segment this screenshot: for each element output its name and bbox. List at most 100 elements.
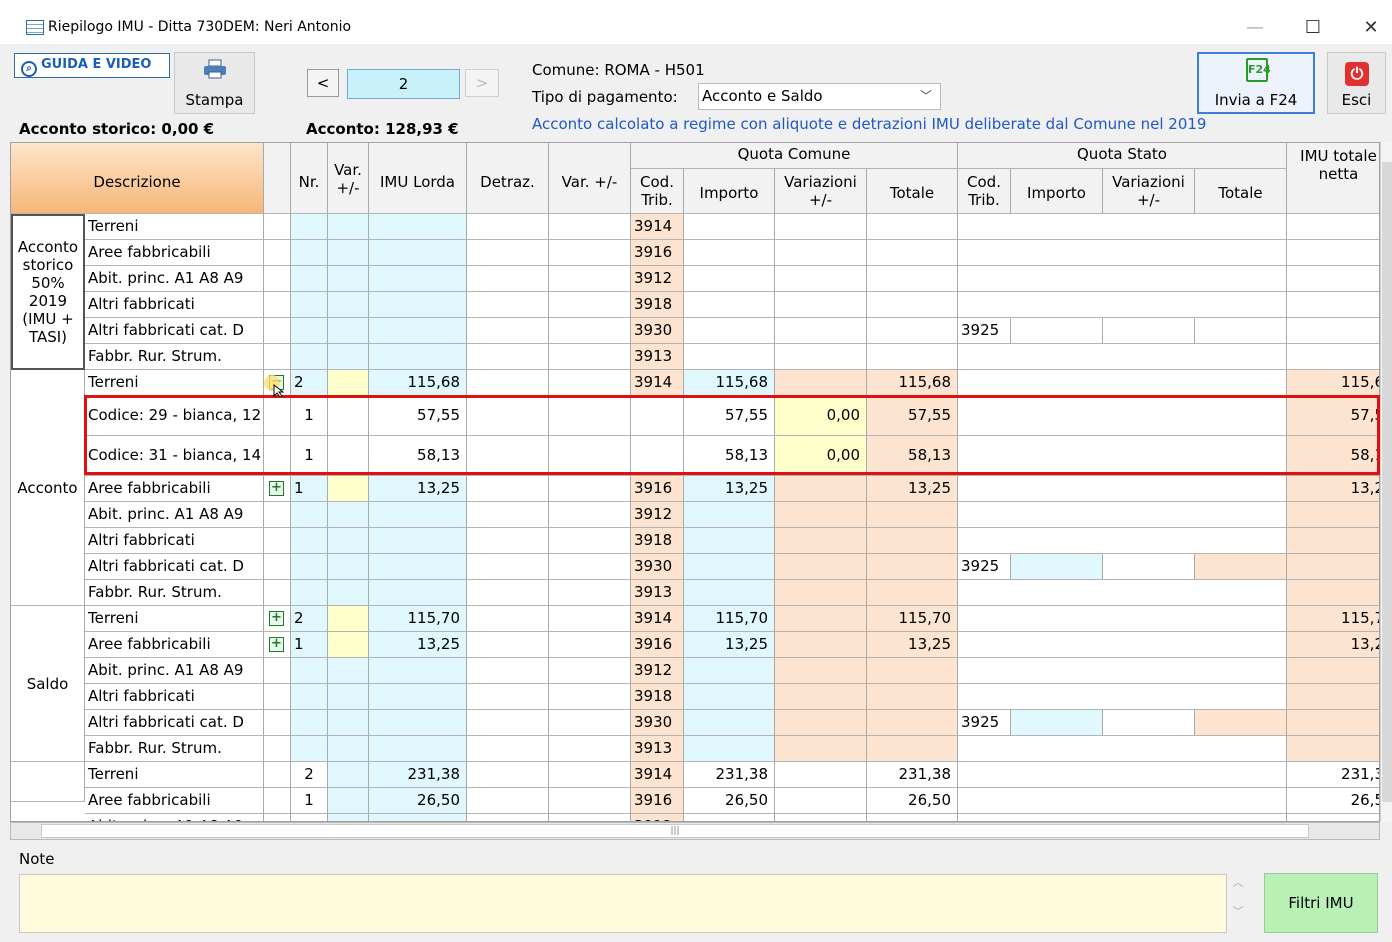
row-importo[interactable]: 58,13 [684, 436, 775, 476]
note-scrollbar[interactable]: ︿ ﹀ [1228, 874, 1248, 933]
row-var[interactable] [328, 736, 369, 762]
row-importo[interactable] [684, 554, 775, 580]
row-var[interactable] [328, 396, 369, 436]
row-variazioni[interactable]: 0,00 [775, 396, 867, 436]
row-variazioni[interactable] [775, 710, 867, 736]
minimize-button[interactable]: — [1232, 12, 1278, 44]
row-detraz[interactable] [467, 502, 549, 528]
row-var2[interactable] [549, 684, 631, 710]
row-imu-lorda[interactable]: 231,38 [369, 762, 467, 788]
horizontal-scrollbar[interactable]: ||| [10, 822, 1380, 840]
row-var[interactable] [328, 580, 369, 606]
imu-grid[interactable]: Descrizione Nr. Var. +/- IMU Lorda Detraz. Va… [10, 142, 1380, 822]
row-expander[interactable] [264, 436, 291, 476]
row-var2[interactable] [549, 736, 631, 762]
row-stato-importo[interactable] [1011, 554, 1103, 580]
row-var[interactable] [328, 214, 369, 240]
row-imu-lorda[interactable] [369, 318, 467, 344]
row-nr[interactable] [291, 502, 328, 528]
row-stato-importo[interactable] [1011, 318, 1103, 344]
filtri-imu-button[interactable]: Filtri IMU [1264, 873, 1378, 933]
row-importo[interactable] [684, 580, 775, 606]
note-textarea[interactable] [19, 874, 1227, 933]
close-button[interactable]: ✕ [1348, 12, 1392, 44]
row-variazioni[interactable] [775, 736, 867, 762]
row-detraz[interactable] [467, 684, 549, 710]
row-expander[interactable] [264, 762, 291, 788]
row-expander[interactable] [264, 214, 291, 240]
row-importo[interactable]: 231,38 [684, 762, 775, 788]
row-var2[interactable] [549, 632, 631, 658]
row-importo[interactable] [684, 240, 775, 266]
row-description[interactable]: Altri fabbricati [85, 684, 264, 710]
row-description[interactable]: Fabbr. Rur. Strum. [85, 736, 264, 762]
row-expander[interactable] [264, 580, 291, 606]
row-variazioni[interactable] [775, 502, 867, 528]
row-variazioni[interactable] [775, 762, 867, 788]
row-nr[interactable] [291, 710, 328, 736]
row-detraz[interactable] [467, 436, 549, 476]
row-imu-lorda[interactable] [369, 554, 467, 580]
row-var2[interactable] [549, 436, 631, 476]
row-imu-lorda[interactable]: 57,55 [369, 396, 467, 436]
row-nr[interactable]: 2 [291, 606, 328, 632]
row-variazioni[interactable]: 0,00 [775, 436, 867, 476]
prev-page-button[interactable]: < [307, 69, 339, 97]
row-variazioni[interactable] [775, 476, 867, 502]
row-detraz[interactable] [467, 814, 549, 821]
vertical-scrollbar[interactable] [1380, 142, 1392, 822]
row-var[interactable] [328, 710, 369, 736]
row-imu-lorda[interactable]: 13,25 [369, 476, 467, 502]
row-expander[interactable] [264, 554, 291, 580]
row-importo[interactable] [684, 658, 775, 684]
row-detraz[interactable] [467, 318, 549, 344]
row-description[interactable]: Aree fabbricabili [85, 632, 264, 658]
row-importo[interactable]: 13,25 [684, 632, 775, 658]
row-imu-lorda[interactable] [369, 710, 467, 736]
row-importo[interactable]: 13,25 [684, 476, 775, 502]
row-expander[interactable]: + [264, 606, 291, 632]
row-expander[interactable]: + [264, 476, 291, 502]
row-detraz[interactable] [467, 344, 549, 370]
row-var2[interactable] [549, 580, 631, 606]
row-importo[interactable] [684, 214, 775, 240]
row-variazioni[interactable] [775, 266, 867, 292]
row-var2[interactable] [549, 476, 631, 502]
row-detraz[interactable] [467, 266, 549, 292]
row-variazioni[interactable] [775, 684, 867, 710]
row-detraz[interactable] [467, 736, 549, 762]
maximize-button[interactable]: ☐ [1290, 12, 1336, 44]
row-nr[interactable]: 2 [291, 370, 328, 396]
row-description[interactable]: Abit. princ. A1 A8 A9 [85, 266, 264, 292]
row-variazioni[interactable] [775, 528, 867, 554]
row-variazioni[interactable] [775, 292, 867, 318]
row-importo[interactable] [684, 736, 775, 762]
row-detraz[interactable] [467, 396, 549, 436]
row-imu-lorda[interactable] [369, 344, 467, 370]
esci-button[interactable]: ⏻ Esci [1327, 52, 1386, 114]
row-var[interactable] [328, 762, 369, 788]
row-var[interactable] [328, 476, 369, 502]
row-description[interactable]: Altri fabbricati [85, 292, 264, 318]
row-description[interactable]: Terreni [85, 214, 264, 240]
row-variazioni[interactable] [775, 318, 867, 344]
row-imu-lorda[interactable]: 58,13 [369, 436, 467, 476]
row-var[interactable] [328, 684, 369, 710]
row-imu-lorda[interactable] [369, 240, 467, 266]
row-var2[interactable] [549, 606, 631, 632]
row-imu-lorda[interactable] [369, 266, 467, 292]
row-detraz[interactable] [467, 710, 549, 736]
row-description[interactable]: Altri fabbricati cat. D [85, 554, 264, 580]
row-expander[interactable] [264, 318, 291, 344]
row-detraz[interactable] [467, 632, 549, 658]
row-var[interactable] [328, 240, 369, 266]
row-nr[interactable] [291, 344, 328, 370]
row-var2[interactable] [549, 292, 631, 318]
row-imu-lorda[interactable] [369, 580, 467, 606]
row-nr[interactable]: 1 [291, 632, 328, 658]
row-var2[interactable] [549, 762, 631, 788]
row-nr[interactable]: 1 [291, 396, 328, 436]
row-var[interactable] [328, 370, 369, 396]
row-nr[interactable] [291, 580, 328, 606]
row-description[interactable]: Codice: 31 - bianca, 14 [85, 436, 264, 476]
